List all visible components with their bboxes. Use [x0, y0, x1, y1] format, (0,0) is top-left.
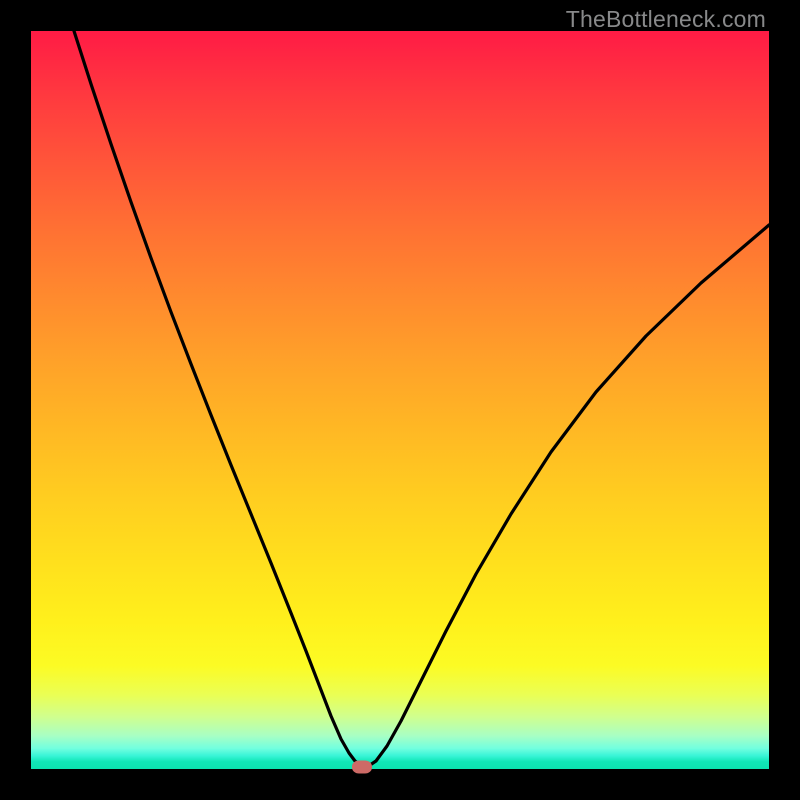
- watermark-text: TheBottleneck.com: [566, 6, 766, 33]
- plot-area: [31, 31, 769, 769]
- curve-path: [74, 31, 769, 767]
- bottleneck-curve: [31, 31, 769, 769]
- optimum-marker: [352, 761, 372, 774]
- chart-frame: TheBottleneck.com: [0, 0, 800, 800]
